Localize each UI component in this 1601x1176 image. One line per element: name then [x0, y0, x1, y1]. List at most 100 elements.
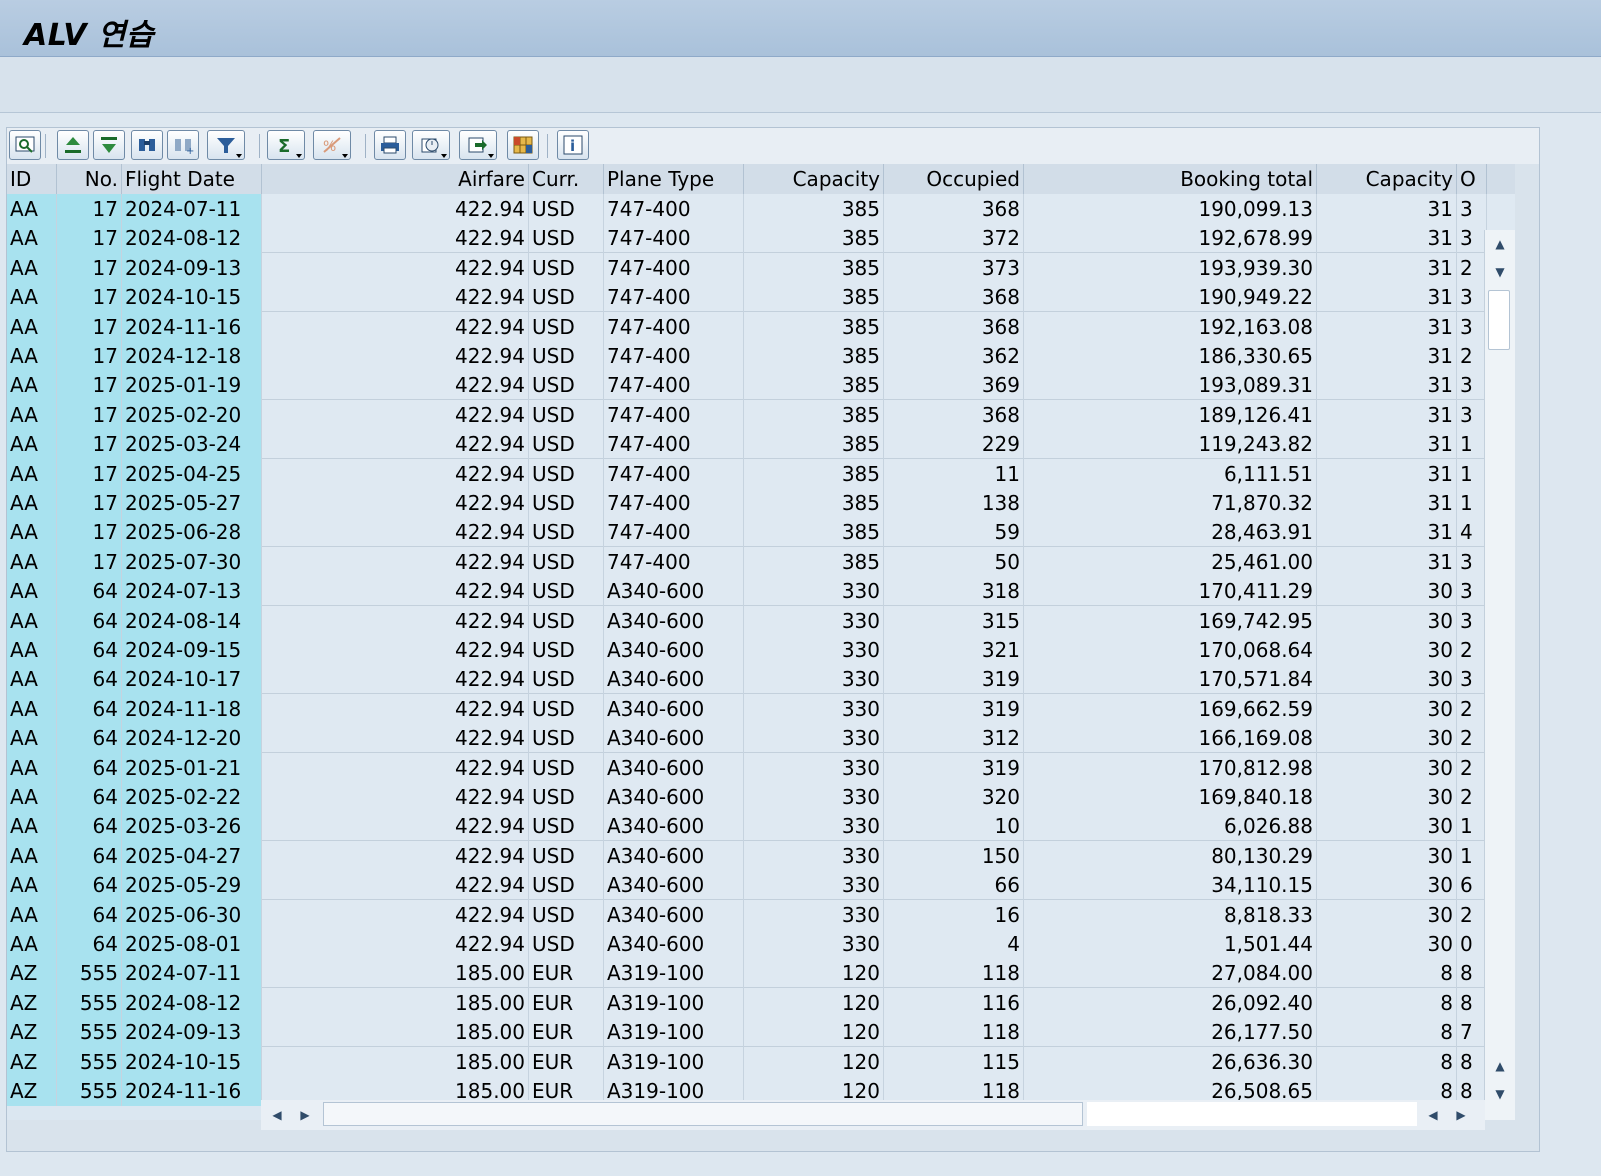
- cell-booking-total[interactable]: 80,130.29: [1024, 840, 1317, 871]
- dropdown-arrow-icon[interactable]: [236, 154, 242, 158]
- cell-plane-type[interactable]: A340-600: [604, 605, 744, 636]
- cell-currency[interactable]: USD: [529, 458, 604, 489]
- cell-plane-type[interactable]: A340-600: [604, 635, 744, 665]
- cell-occupied[interactable]: 315: [884, 605, 1024, 636]
- cell-capacity[interactable]: 330: [744, 664, 884, 695]
- cell-occupied-2[interactable]: 2: [1457, 899, 1487, 930]
- cell-booking-total[interactable]: 6,026.88: [1024, 811, 1317, 842]
- cell-id[interactable]: AZ: [7, 1046, 57, 1077]
- cell-booking-total[interactable]: 170,068.64: [1024, 635, 1317, 665]
- cell-id[interactable]: AA: [7, 840, 57, 871]
- cell-currency[interactable]: USD: [529, 194, 604, 224]
- cell-no[interactable]: 17: [57, 311, 122, 342]
- cell-capacity[interactable]: 330: [744, 899, 884, 930]
- cell-plane-type[interactable]: A319-100: [604, 1017, 744, 1048]
- cell-currency[interactable]: EUR: [529, 1017, 604, 1048]
- cell-occupied-2[interactable]: 3: [1457, 605, 1487, 636]
- table-row[interactable]: AA 64 2025-02-22 422.94 USD A340-600 330 320 169…: [7, 782, 1515, 812]
- cell-flight-date[interactable]: 2024-10-17: [122, 664, 262, 695]
- cell-airfare[interactable]: 422.94: [262, 546, 529, 577]
- cell-airfare[interactable]: 422.94: [262, 517, 529, 548]
- cell-no[interactable]: 64: [57, 693, 122, 724]
- cell-flight-date[interactable]: 2024-10-15: [122, 282, 262, 313]
- cell-airfare[interactable]: 422.94: [262, 811, 529, 842]
- cell-capacity-2[interactable]: 30: [1317, 899, 1457, 930]
- cell-currency[interactable]: USD: [529, 929, 604, 959]
- cell-flight-date[interactable]: 2025-03-26: [122, 811, 262, 842]
- cell-capacity[interactable]: 120: [744, 1017, 884, 1048]
- cell-plane-type[interactable]: A319-100: [604, 987, 744, 1018]
- cell-plane-type[interactable]: 747-400: [604, 223, 744, 254]
- cell-id[interactable]: AA: [7, 693, 57, 724]
- cell-capacity[interactable]: 385: [744, 341, 884, 371]
- cell-plane-type[interactable]: 747-400: [604, 252, 744, 283]
- scroll-down-icon[interactable]: ▼: [1488, 260, 1512, 284]
- cell-occupied-2[interactable]: 3: [1457, 194, 1487, 224]
- cell-capacity[interactable]: 385: [744, 546, 884, 577]
- cell-no[interactable]: 555: [57, 958, 122, 989]
- cell-occupied-2[interactable]: 2: [1457, 752, 1487, 783]
- cell-booking-total[interactable]: 8,818.33: [1024, 899, 1317, 930]
- cell-id[interactable]: AA: [7, 664, 57, 695]
- cell-capacity-2[interactable]: 30: [1317, 840, 1457, 871]
- column-header-id[interactable]: ID: [7, 164, 57, 194]
- cell-airfare[interactable]: 422.94: [262, 370, 529, 401]
- cell-no[interactable]: 64: [57, 635, 122, 665]
- cell-flight-date[interactable]: 2024-11-16: [122, 1076, 262, 1106]
- table-row[interactable]: AA 17 2024-12-18 422.94 USD 747-400 385 362 186,…: [7, 341, 1515, 371]
- cell-capacity-2[interactable]: 30: [1317, 870, 1457, 901]
- cell-occupied-2[interactable]: 8: [1457, 958, 1487, 989]
- cell-plane-type[interactable]: A340-600: [604, 693, 744, 724]
- cell-plane-type[interactable]: 747-400: [604, 194, 744, 224]
- cell-booking-total[interactable]: 71,870.32: [1024, 488, 1317, 518]
- table-row[interactable]: AA 64 2025-04-27 422.94 USD A340-600 330 150 80,…: [7, 840, 1515, 871]
- cell-flight-date[interactable]: 2024-07-11: [122, 194, 262, 224]
- column-header-capacity-2[interactable]: Capacity: [1317, 164, 1457, 194]
- cell-no[interactable]: 17: [57, 341, 122, 371]
- dropdown-arrow-icon[interactable]: [441, 154, 447, 158]
- cell-occupied[interactable]: 312: [884, 723, 1024, 754]
- cell-capacity[interactable]: 330: [744, 576, 884, 607]
- cell-capacity-2[interactable]: 31: [1317, 517, 1457, 548]
- cell-no[interactable]: 555: [57, 1046, 122, 1077]
- cell-occupied-2[interactable]: 1: [1457, 811, 1487, 842]
- cell-flight-date[interactable]: 2025-05-27: [122, 488, 262, 518]
- cell-occupied[interactable]: 319: [884, 752, 1024, 783]
- cell-capacity-2[interactable]: 30: [1317, 723, 1457, 754]
- cell-plane-type[interactable]: A340-600: [604, 840, 744, 871]
- cell-occupied-2[interactable]: 3: [1457, 664, 1487, 695]
- cell-capacity-2[interactable]: 31: [1317, 311, 1457, 342]
- cell-no[interactable]: 17: [57, 458, 122, 489]
- cell-occupied-2[interactable]: 6: [1457, 870, 1487, 901]
- table-row[interactable]: AA 17 2024-08-12 422.94 USD 747-400 385 372 192,…: [7, 223, 1515, 254]
- table-row[interactable]: AA 64 2024-08-14 422.94 USD A340-600 330 315 169…: [7, 605, 1515, 636]
- cell-id[interactable]: AA: [7, 870, 57, 901]
- cell-flight-date[interactable]: 2024-09-13: [122, 252, 262, 283]
- cell-currency[interactable]: USD: [529, 605, 604, 636]
- print-button[interactable]: [374, 130, 406, 160]
- cell-capacity[interactable]: 385: [744, 399, 884, 430]
- cell-currency[interactable]: USD: [529, 341, 604, 371]
- table-row[interactable]: AA 17 2024-11-16 422.94 USD 747-400 385 368 192,…: [7, 311, 1515, 342]
- cell-plane-type[interactable]: 747-400: [604, 311, 744, 342]
- cell-plane-type[interactable]: A340-600: [604, 929, 744, 959]
- cell-occupied[interactable]: 320: [884, 782, 1024, 812]
- cell-no[interactable]: 64: [57, 782, 122, 812]
- cell-capacity[interactable]: 385: [744, 223, 884, 254]
- sort-descending-button[interactable]: [93, 130, 125, 160]
- cell-flight-date[interactable]: 2025-06-30: [122, 899, 262, 930]
- cell-airfare[interactable]: 422.94: [262, 252, 529, 283]
- cell-flight-date[interactable]: 2024-12-20: [122, 723, 262, 754]
- cell-capacity-2[interactable]: 30: [1317, 782, 1457, 812]
- cell-occupied[interactable]: 59: [884, 517, 1024, 548]
- cell-airfare[interactable]: 422.94: [262, 311, 529, 342]
- cell-currency[interactable]: USD: [529, 488, 604, 518]
- cell-flight-date[interactable]: 2025-02-20: [122, 399, 262, 430]
- cell-occupied-2[interactable]: 3: [1457, 223, 1487, 254]
- cell-plane-type[interactable]: A340-600: [604, 899, 744, 930]
- cell-airfare[interactable]: 422.94: [262, 840, 529, 871]
- cell-occupied[interactable]: 368: [884, 311, 1024, 342]
- scroll-up-icon[interactable]: ▲: [1488, 232, 1512, 256]
- cell-airfare[interactable]: 422.94: [262, 723, 529, 754]
- dropdown-arrow-icon[interactable]: [296, 154, 302, 158]
